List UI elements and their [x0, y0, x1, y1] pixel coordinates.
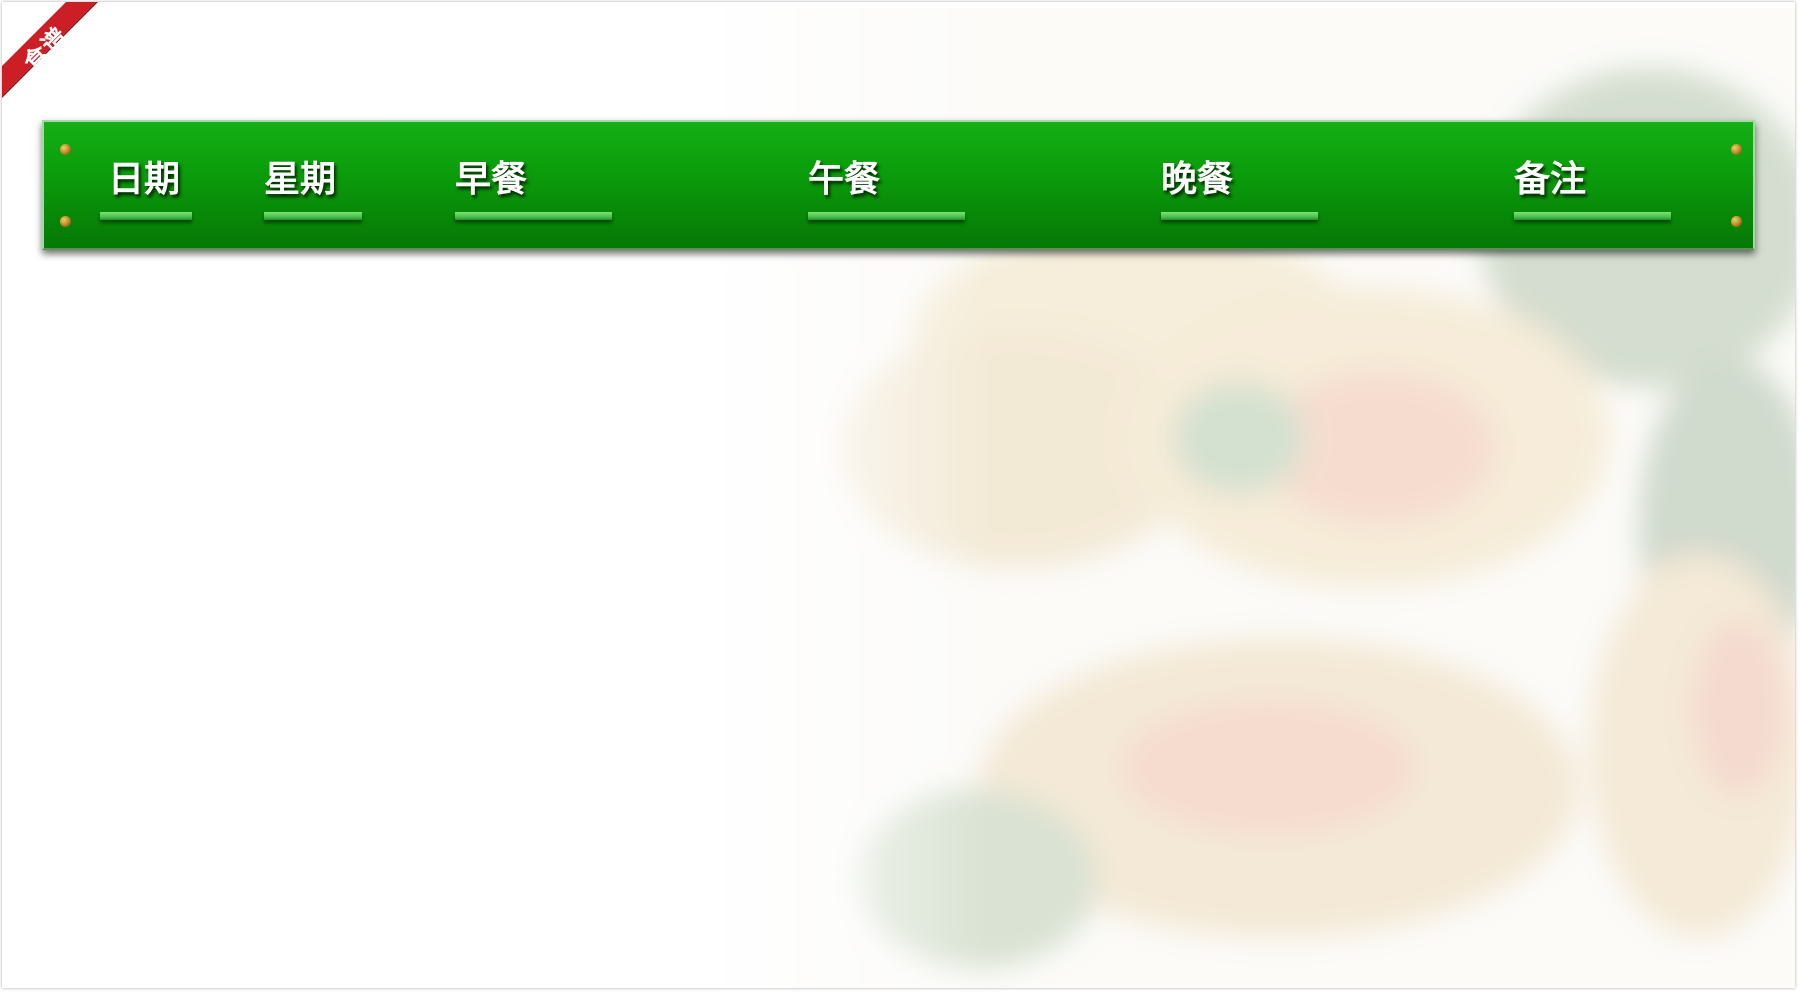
column-label: 晚餐	[1161, 159, 1234, 200]
column-label: 午餐	[808, 159, 881, 200]
column-header-lunch: 午餐	[808, 160, 965, 220]
rivet-icon	[60, 216, 71, 227]
column-label: 备注	[1514, 159, 1587, 200]
column-label: 早餐	[455, 159, 528, 200]
column-underline	[808, 212, 965, 220]
column-header-date: 日期	[100, 160, 192, 220]
column-underline	[1514, 212, 1671, 220]
column-label: 星期	[264, 159, 337, 200]
column-underline	[1161, 212, 1318, 220]
rivet-icon	[1731, 216, 1742, 227]
column-underline	[264, 212, 362, 220]
rivet-icon	[60, 144, 71, 155]
column-header-breakfast: 早餐	[455, 160, 612, 220]
menu-slide: 食谱 日期 星期 早餐 午餐 晚餐 备注	[2, 2, 1795, 988]
column-label: 日期	[108, 159, 181, 200]
table-header-bar: 日期 星期 早餐 午餐 晚餐 备注	[42, 120, 1755, 250]
column-underline	[100, 212, 192, 220]
rivet-icon	[1731, 144, 1742, 155]
column-header-weekday: 星期	[264, 160, 362, 220]
column-header-dinner: 晚餐	[1161, 160, 1318, 220]
column-header-notes: 备注	[1514, 160, 1671, 220]
column-underline	[455, 212, 612, 220]
